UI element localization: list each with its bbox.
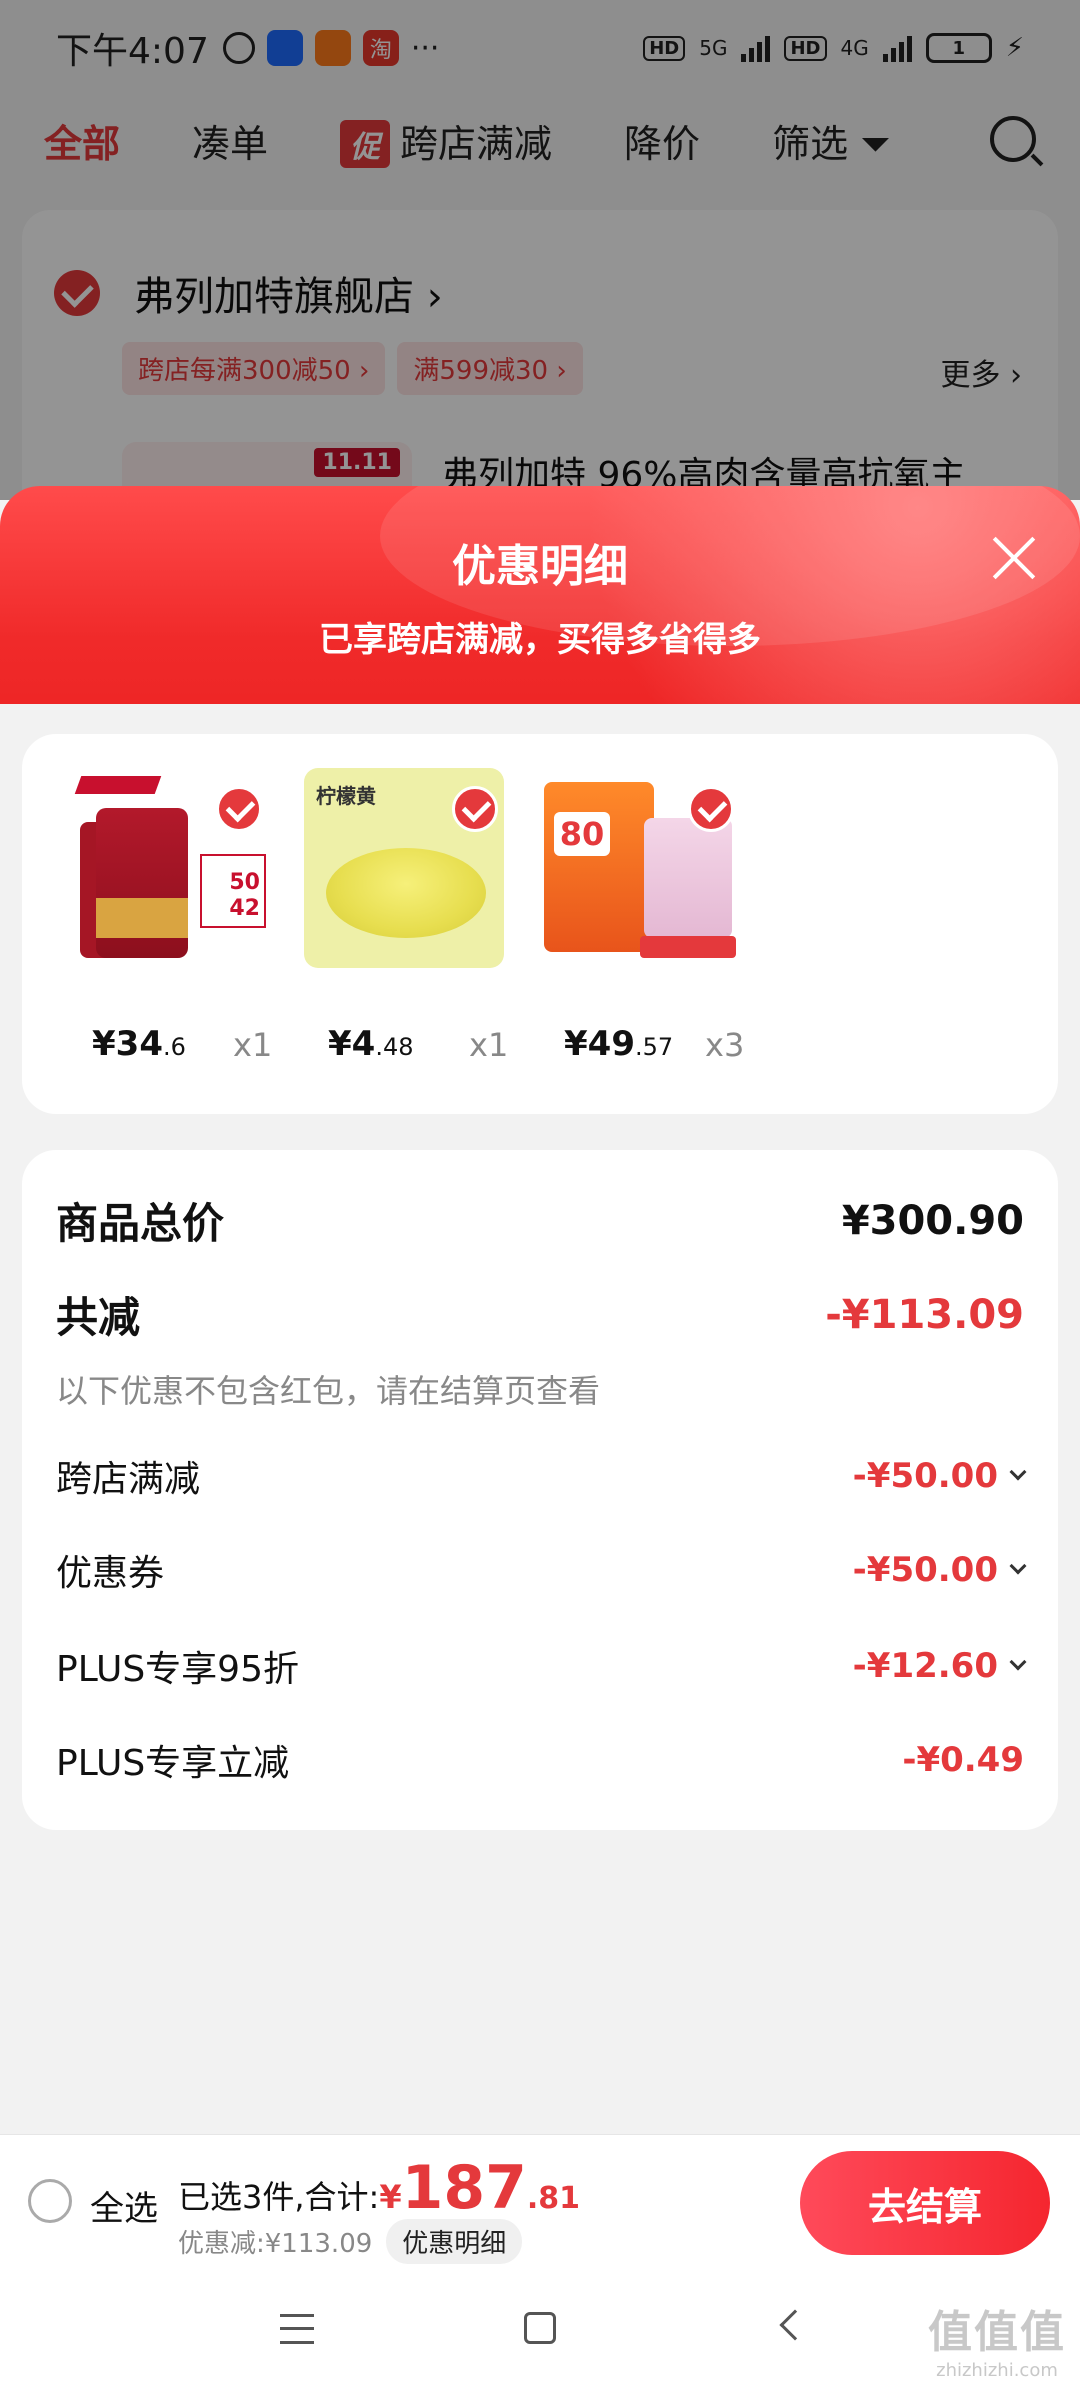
item-price: ¥4.48 bbox=[328, 1024, 414, 1064]
discount-line-label: PLUS专享95折 bbox=[56, 1649, 299, 1690]
discount-line-cross-store[interactable]: 跨店满减 -¥50.00 bbox=[56, 1450, 1027, 1502]
discount-line-value: -¥50.00 bbox=[852, 1550, 1027, 1590]
discount-line-amount: -¥12.60 bbox=[852, 1646, 998, 1686]
total-price-row: 商品总价 ¥300.90 bbox=[56, 1190, 1024, 1251]
discount-line-label: PLUS专享立减 bbox=[56, 1743, 290, 1784]
selected-count-text: 已选3件,合计: bbox=[178, 2178, 380, 2216]
discount-summary: 优惠减:¥113.09 优惠明细 bbox=[178, 2219, 523, 2264]
item-image: 柠檬黄 bbox=[304, 768, 504, 968]
watermark: 值值值 zhizhizhi.com bbox=[928, 2296, 1066, 2381]
discount-sheet-header: 优惠明细 已享跨店满减，买得多省得多 bbox=[0, 486, 1080, 704]
discount-line-coupon[interactable]: 优惠券 -¥50.00 bbox=[56, 1544, 1027, 1596]
promo-price-tag: 50 42 bbox=[200, 854, 266, 928]
price-summary-card: 商品总价 ¥300.90 共减 -¥113.09 以下优惠不包含红包，请在结算页… bbox=[22, 1150, 1058, 1830]
item-card[interactable]: 柠檬黄 ¥4.48 x1 bbox=[304, 768, 508, 1064]
item-qty: x3 bbox=[705, 1026, 745, 1064]
sheet-subtitle: 已享跨店满减，买得多省得多 bbox=[319, 620, 761, 660]
system-nav-bar: 值值值 zhizhizhi.com bbox=[0, 2266, 1080, 2400]
total-discount-label: 共减 bbox=[56, 1293, 141, 1342]
close-icon[interactable] bbox=[984, 528, 1044, 588]
total-currency: ¥ bbox=[379, 2178, 402, 2216]
product-band bbox=[96, 898, 188, 938]
discount-summary-text: 优惠减:¥113.09 bbox=[178, 2229, 373, 2259]
item-check-icon[interactable] bbox=[452, 786, 498, 832]
total-int: 187 bbox=[401, 2153, 527, 2223]
item-price-dec: .48 bbox=[375, 1033, 414, 1061]
promo-price-tag-bottom: 42 bbox=[229, 896, 260, 921]
total-price-label: 商品总价 bbox=[56, 1199, 225, 1248]
bowl-shape bbox=[326, 848, 486, 938]
item-qty: x1 bbox=[233, 1026, 273, 1064]
item-qty: x1 bbox=[469, 1026, 509, 1064]
menu-icon[interactable] bbox=[280, 2314, 314, 2344]
product-box-orange bbox=[544, 782, 654, 952]
item-price: ¥34.6 bbox=[92, 1024, 186, 1064]
back-icon[interactable] bbox=[779, 2309, 811, 2341]
promo-strip bbox=[640, 936, 736, 958]
watermark-url: zhizhizhi.com bbox=[936, 2360, 1058, 2381]
total-price-value: ¥300.90 bbox=[841, 1197, 1024, 1244]
discount-line-amount: -¥50.00 bbox=[852, 1456, 998, 1496]
background-page: 下午4:07 淘 ··· HD 5G HD 4G 1 ⚡ 全部 凑单 促跨店满减… bbox=[0, 0, 1080, 500]
discount-line-plus-instant: PLUS专享立减 -¥0.49 bbox=[56, 1734, 1024, 1786]
total-discount-row: 共减 -¥113.09 bbox=[56, 1284, 1024, 1345]
item-card[interactable]: 50 42 ¥34.6 x1 bbox=[68, 768, 272, 1064]
chevron-down-icon bbox=[1009, 1653, 1027, 1671]
item-image: 50 42 bbox=[68, 768, 268, 968]
item-price-int: ¥49 bbox=[564, 1024, 635, 1064]
discount-note: 以下优惠不包含红包，请在结算页查看 bbox=[56, 1372, 601, 1410]
selected-items-card: 50 42 ¥34.6 x1 柠檬黄 ¥4.48 x1 80 ¥49.57 x3 bbox=[22, 734, 1058, 1114]
item-image-badge: 80 bbox=[554, 812, 610, 856]
checkout-button[interactable]: 去结算 bbox=[800, 2151, 1050, 2255]
total-discount-value: -¥113.09 bbox=[825, 1291, 1024, 1338]
item-card[interactable]: 80 ¥49.57 x3 bbox=[540, 768, 744, 1064]
item-image-label: 柠檬黄 bbox=[316, 784, 376, 808]
discount-line-label: 优惠券 bbox=[56, 1553, 165, 1594]
item-price-int: ¥34 bbox=[92, 1024, 163, 1064]
select-all-radio[interactable] bbox=[28, 2179, 72, 2223]
item-image: 80 bbox=[540, 768, 740, 968]
product-box-pink bbox=[644, 818, 732, 938]
chevron-down-icon bbox=[1009, 1557, 1027, 1575]
watermark-logo: 值值值 bbox=[928, 2307, 1066, 2358]
discount-sheet-body: 50 42 ¥34.6 x1 柠檬黄 ¥4.48 x1 80 ¥49.57 x3… bbox=[0, 704, 1080, 2134]
discount-line-label: 跨店满减 bbox=[56, 1459, 201, 1500]
item-price-int: ¥4 bbox=[328, 1024, 376, 1064]
modal-backdrop[interactable] bbox=[0, 0, 1080, 500]
item-price-dec: .6 bbox=[162, 1033, 186, 1061]
discount-line-amount: -¥50.00 bbox=[852, 1550, 998, 1590]
discount-line-value: -¥12.60 bbox=[852, 1646, 1027, 1686]
promo-price-tag-top: 50 bbox=[229, 870, 260, 895]
item-check-icon[interactable] bbox=[216, 786, 262, 832]
chevron-down-icon bbox=[1009, 1463, 1027, 1481]
home-icon[interactable] bbox=[524, 2312, 556, 2344]
total-dec: .81 bbox=[526, 2181, 580, 2216]
discount-line-amount: -¥0.49 bbox=[902, 1740, 1024, 1780]
item-check-icon[interactable] bbox=[688, 786, 734, 832]
select-all-label[interactable]: 全选 bbox=[90, 2181, 158, 2230]
item-price-dec: .57 bbox=[634, 1033, 674, 1061]
discount-line-value: -¥50.00 bbox=[852, 1456, 1027, 1496]
checkout-bar: 全选 已选3件,合计: ¥ 187 .81 优惠减:¥113.09 优惠明细 去… bbox=[0, 2134, 1080, 2266]
item-price: ¥49.57 bbox=[564, 1024, 673, 1064]
order-total: 已选3件,合计: ¥ 187 .81 bbox=[178, 2153, 580, 2223]
sheet-title: 优惠明细 bbox=[452, 541, 628, 592]
discount-detail-button[interactable]: 优惠明细 bbox=[386, 2219, 523, 2264]
brand-flag bbox=[74, 776, 162, 794]
discount-line-plus-95[interactable]: PLUS专享95折 -¥12.60 bbox=[56, 1640, 1027, 1692]
